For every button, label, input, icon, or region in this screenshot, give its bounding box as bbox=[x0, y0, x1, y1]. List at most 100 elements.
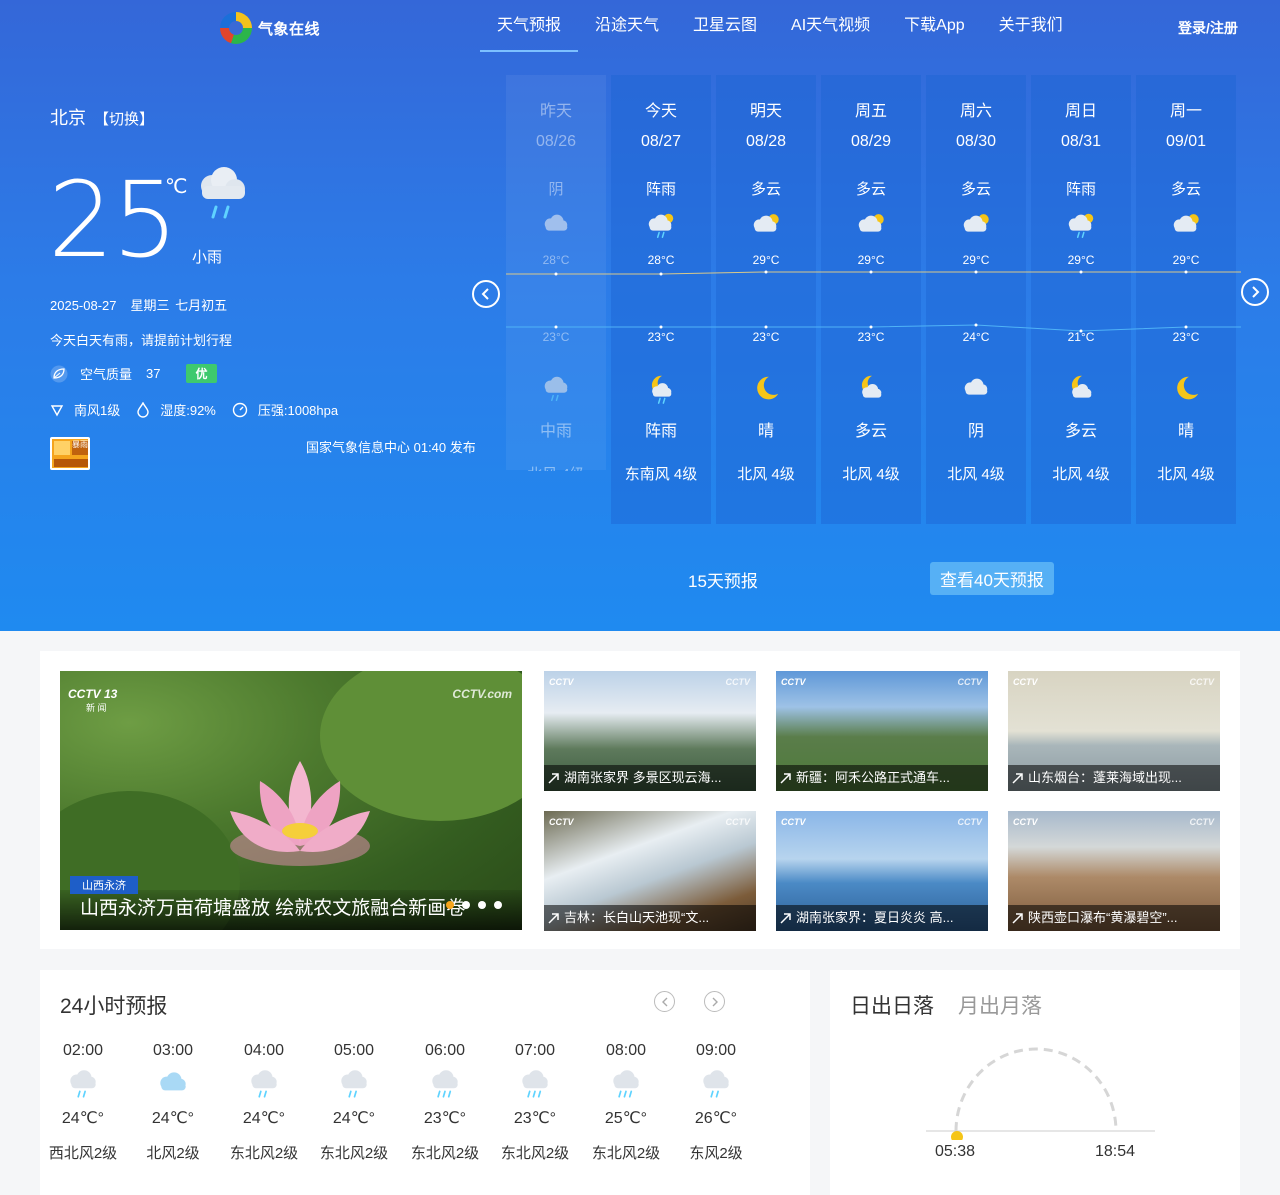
night-weather: 中雨 bbox=[539, 423, 572, 440]
day-name: 今天 bbox=[644, 103, 677, 120]
pressure-gauge-icon bbox=[232, 402, 248, 417]
hourly-item: 08:00 25℃° 东北风2级 bbox=[581, 1042, 671, 1163]
current-date: 2025-08-27 bbox=[50, 298, 117, 313]
hourly-prev-button[interactable] bbox=[654, 991, 675, 1012]
nav-item-satellite[interactable]: 卫星云图 bbox=[676, 0, 774, 52]
low-temp-point bbox=[974, 323, 978, 327]
hour-wind: 东北风2级 bbox=[500, 1145, 570, 1162]
featured-video[interactable]: CCTV 13 新 闻 CCTV.com 山西永济 山西永济万亩荷塘盛放 绘就农文… bbox=[60, 671, 522, 930]
pressure-value: 压强:1008hpa bbox=[257, 403, 339, 418]
day-date: 08/31 bbox=[1060, 133, 1102, 150]
carousel-dot[interactable] bbox=[494, 901, 502, 909]
login-register-link[interactable]: 登录/注册 bbox=[1178, 18, 1238, 38]
day-weather: 多云 bbox=[960, 181, 991, 198]
partly-cloudy-icon bbox=[1136, 209, 1236, 241]
hourly-item: 05:00 24℃° 东北风2级 bbox=[309, 1042, 399, 1163]
hour-time: 02:00 bbox=[62, 1042, 104, 1059]
day-wind: 北风 4级 bbox=[842, 466, 900, 483]
hour-time: 04:00 bbox=[243, 1042, 285, 1059]
hour-temp: 25℃° bbox=[604, 1110, 648, 1127]
day-weather: 多云 bbox=[855, 181, 886, 198]
day-weather: 阵雨 bbox=[645, 181, 676, 198]
rain-icon bbox=[38, 1062, 128, 1106]
chevron-right-icon bbox=[712, 997, 718, 1006]
video-thumb[interactable]: CCTV CCTV 山东烟台：蓬莱海域出现... bbox=[1008, 671, 1220, 791]
nav-item-about[interactable]: 关于我们 bbox=[982, 0, 1080, 52]
nav-item-forecast[interactable]: 天气预报 bbox=[480, 0, 579, 52]
hour-time: 09:00 bbox=[695, 1042, 737, 1059]
low-temp-point bbox=[1079, 329, 1083, 333]
hour-temp: 23℃° bbox=[423, 1110, 467, 1127]
humidity-metric: 湿度:92% bbox=[136, 400, 216, 419]
moon-shower-icon bbox=[611, 373, 711, 405]
sun-position-icon bbox=[951, 1131, 963, 1140]
carousel-dot[interactable] bbox=[462, 901, 470, 909]
hour-wind: 北风2级 bbox=[146, 1145, 200, 1162]
lunar-date: 七月初五 bbox=[175, 298, 228, 313]
forecast-next-button[interactable] bbox=[1241, 278, 1269, 306]
rain-icon bbox=[506, 373, 606, 405]
day-wind: 北风 4级 bbox=[737, 466, 795, 483]
logo-icon bbox=[220, 12, 252, 44]
day-date: 08/29 bbox=[850, 133, 892, 150]
top-nav: 气象在线 天气预报 沿途天气 卫星云图 AI天气视频 下载App 关于我们 登录… bbox=[0, 0, 1280, 52]
cctv-com-logo: CCTV bbox=[957, 817, 983, 827]
current-metrics: 南风1级 湿度:92% 压强:1008hpa bbox=[50, 400, 354, 419]
day-date: 08/26 bbox=[535, 133, 577, 150]
day-name: 昨天 bbox=[539, 103, 572, 120]
video-thumb-caption: 陕西壶口瀑布“黄瀑碧空”... bbox=[1028, 910, 1178, 925]
rain-icon bbox=[671, 1062, 761, 1106]
aqi-level-badge: 优 bbox=[186, 364, 217, 383]
leaf-icon bbox=[50, 365, 68, 382]
low-temp-point bbox=[1184, 325, 1188, 329]
nav-item-route-weather[interactable]: 沿途天气 bbox=[578, 0, 676, 52]
video-thumb[interactable]: CCTV CCTV 陕西壶口瀑布“黄瀑碧空”... bbox=[1008, 811, 1220, 931]
video-play-icon bbox=[548, 773, 559, 784]
carousel-dot[interactable] bbox=[478, 901, 486, 909]
rain-icon bbox=[309, 1062, 399, 1106]
low-temp-point bbox=[764, 325, 768, 329]
video-thumb-caption: 湖南张家界 多景区现云海... bbox=[564, 770, 722, 785]
night-weather: 阵雨 bbox=[644, 423, 677, 440]
hour-temp: 24℃° bbox=[332, 1110, 376, 1127]
video-thumb[interactable]: CCTV CCTV 吉林：长白山天池现“文... bbox=[544, 811, 756, 931]
low-temp-line bbox=[506, 324, 1241, 332]
video-thumb[interactable]: CCTV CCTV 湖南张家界 多景区现云海... bbox=[544, 671, 756, 791]
low-temp-point bbox=[869, 325, 873, 329]
cctv-logo: CCTV bbox=[1013, 817, 1038, 827]
forecast-40-day-button[interactable]: 查看40天预报 bbox=[930, 562, 1054, 595]
cctv13-logo: CCTV 13 新 闻 bbox=[68, 687, 117, 714]
switch-city-link[interactable]: 【切换】 bbox=[94, 111, 154, 128]
video-thumb[interactable]: CCTV CCTV 湖南张家界：夏日炎炎 高... bbox=[776, 811, 988, 931]
night-weather: 多云 bbox=[854, 423, 887, 440]
forecast-prev-button[interactable] bbox=[472, 280, 500, 308]
tab-sunrise-sunset[interactable]: 日出日落 bbox=[850, 990, 934, 1020]
cloudy-icon bbox=[926, 373, 1026, 405]
air-quality[interactable]: 空气质量 37 优 bbox=[50, 364, 217, 383]
video-thumb[interactable]: CCTV CCTV 新疆：阿禾公路正式通车... bbox=[776, 671, 988, 791]
sun-path-arc bbox=[954, 1047, 1118, 1132]
brand-logo[interactable]: 气象在线 bbox=[220, 12, 320, 44]
hourly-next-button[interactable] bbox=[704, 991, 725, 1012]
featured-video-title: 山西永济万亩荷塘盛放 绘就农文旅融合新画卷 bbox=[80, 898, 466, 919]
hour-temp: 24℃° bbox=[151, 1110, 195, 1127]
forecast-15-day-link[interactable]: 15天预报 bbox=[688, 567, 758, 592]
moon-cloud-icon bbox=[821, 373, 921, 405]
rainstorm-alert-icon[interactable]: 暴雨 bbox=[50, 437, 90, 470]
carousel-dots bbox=[446, 901, 502, 909]
day-wind: 北风 4级 bbox=[1157, 466, 1215, 483]
tab-moonrise-moonset[interactable]: 月出月落 bbox=[958, 990, 1042, 1020]
high-temp-point bbox=[764, 270, 768, 274]
nav-item-download-app[interactable]: 下载App bbox=[887, 0, 981, 52]
weather-hero: 气象在线 天气预报 沿途天气 卫星云图 AI天气视频 下载App 关于我们 登录… bbox=[0, 0, 1280, 631]
cloudy-light-icon bbox=[128, 1062, 218, 1106]
day-weather: 阵雨 bbox=[1065, 181, 1096, 198]
lotus-flower-image bbox=[230, 761, 370, 866]
carousel-dot[interactable] bbox=[446, 901, 454, 909]
cctv-com-logo: CCTV bbox=[725, 817, 751, 827]
nav-item-ai-video[interactable]: AI天气视频 bbox=[774, 0, 887, 52]
humidity-drop-icon bbox=[137, 401, 149, 418]
hour-time: 07:00 bbox=[514, 1042, 556, 1059]
sun-moon-panel: 日出日落 月出月落 05:38 18:54 bbox=[830, 970, 1240, 1195]
cctv-com-logo: CCTV bbox=[1189, 677, 1215, 687]
